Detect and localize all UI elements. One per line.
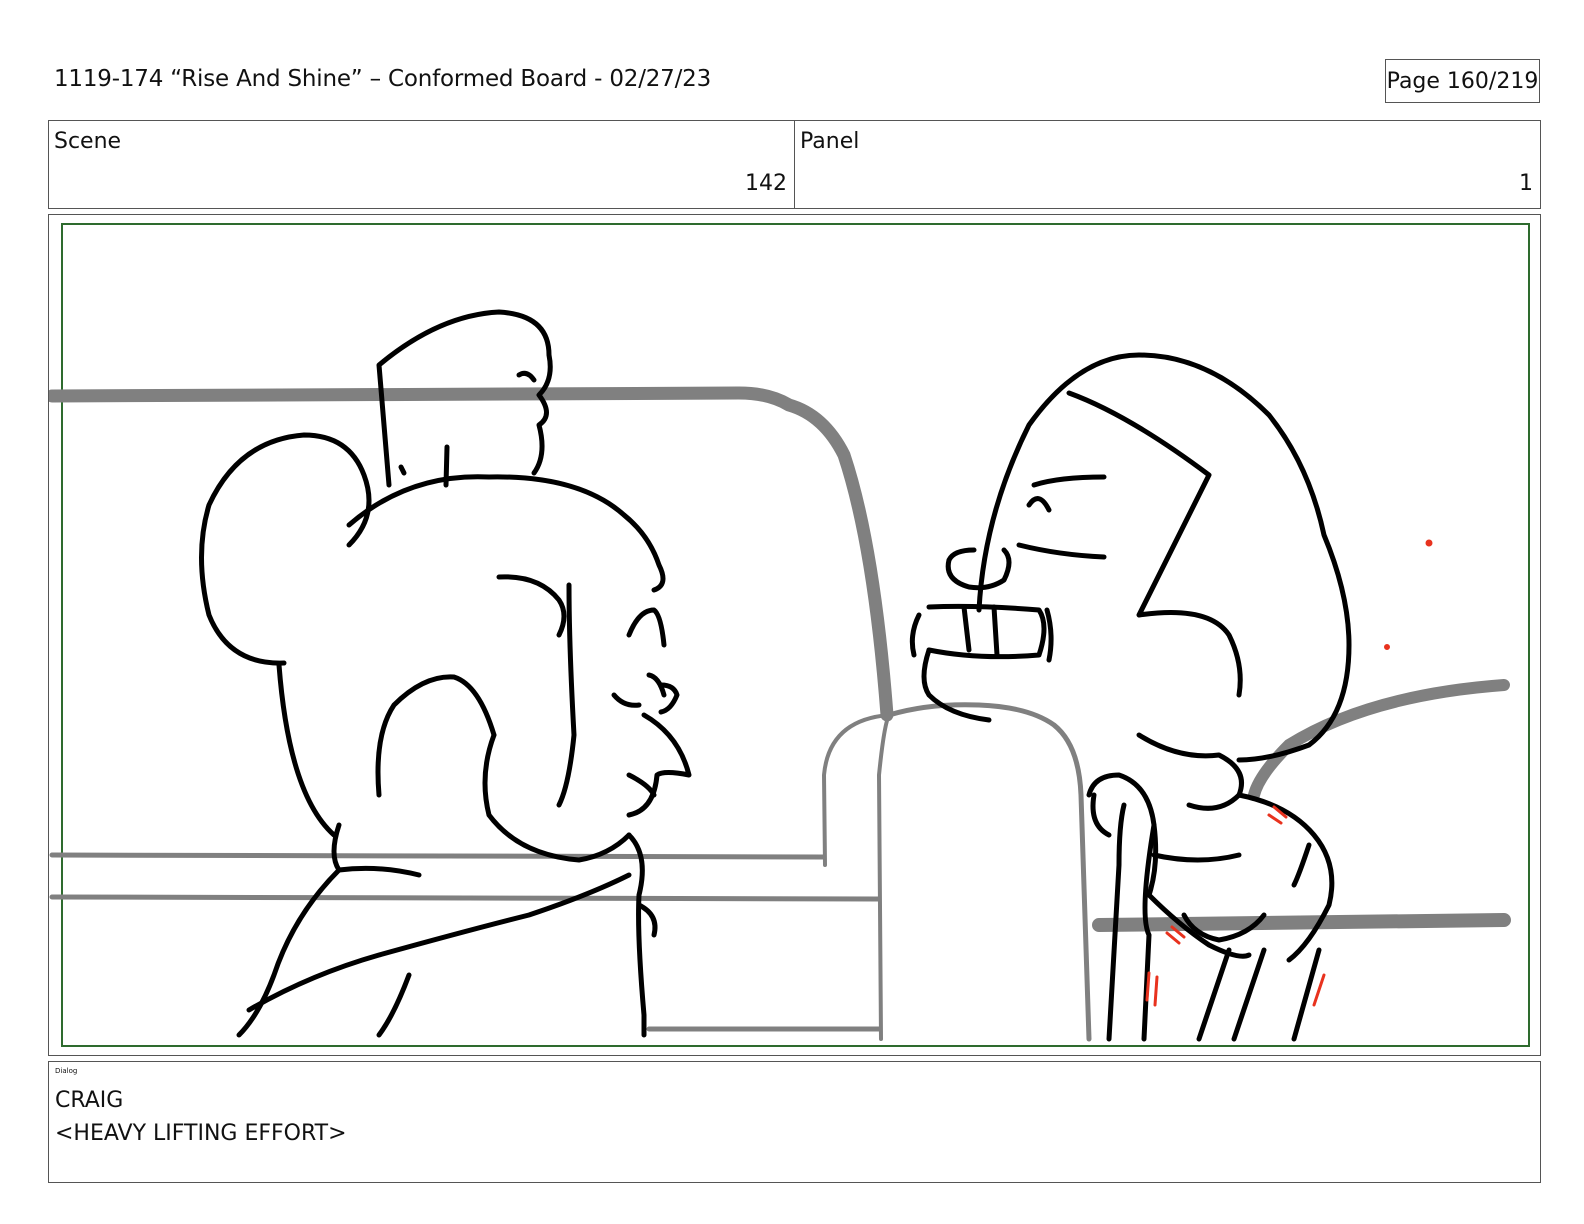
- scene-cell: Scene 142: [49, 121, 794, 208]
- background-seats: [49, 386, 1511, 1042]
- storyboard-frame: [48, 214, 1541, 1056]
- right-character: [909, 352, 1352, 1042]
- scene-number: 142: [745, 171, 787, 196]
- scene-label: Scene: [54, 129, 122, 154]
- panel-label: Panel: [800, 129, 860, 154]
- dialog-box: Dialog CRAIG <HEAVY LIFTING EFFORT>: [48, 1061, 1541, 1183]
- scene-panel-info: Scene 142 Panel 1: [48, 120, 1541, 209]
- dialog-line: <HEAVY LIFTING EFFORT>: [55, 1121, 347, 1146]
- board-title: 1119-174 “Rise And Shine” – Conformed Bo…: [54, 66, 712, 92]
- dialog-tag: Dialog: [55, 1067, 78, 1075]
- storyboard-drawing: [49, 309, 1511, 1042]
- page-number: Page 160/219: [1385, 59, 1540, 103]
- panel-cell: Panel 1: [794, 121, 1540, 208]
- dialog-character: CRAIG: [55, 1088, 124, 1113]
- effort-marks: [1145, 539, 1433, 1007]
- panel-number: 1: [1519, 171, 1533, 196]
- left-character: [199, 309, 692, 1038]
